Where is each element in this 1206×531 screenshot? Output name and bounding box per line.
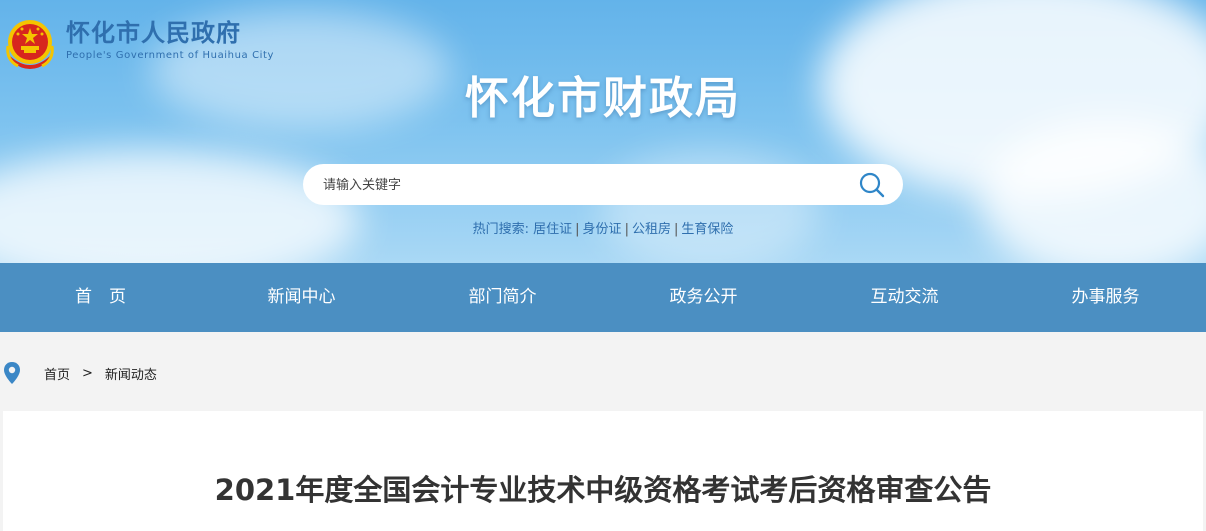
hot-search-link[interactable]: 身份证 — [583, 222, 622, 237]
location-pin-icon — [4, 362, 20, 384]
breadcrumb-home[interactable]: 首页 — [44, 364, 70, 383]
article-title: 2021年度全国会计专业技术中级资格考试考后资格审查公告 — [214, 473, 992, 507]
breadcrumb: 首页 > 新闻动态 — [0, 355, 157, 391]
cloud-decoration — [0, 150, 360, 263]
hot-search-label: 热门搜索: — [472, 222, 529, 237]
hot-search: 热门搜索: 居住证 | 身份证 | 公租房 | 生育保险 — [472, 222, 734, 237]
hot-search-link[interactable]: 公租房 — [632, 222, 671, 237]
nav-item-home[interactable]: 首 页 — [0, 263, 201, 332]
nav-item-services[interactable]: 办事服务 — [1005, 263, 1206, 332]
breadcrumb-current[interactable]: 新闻动态 — [105, 364, 157, 383]
nav-item-news[interactable]: 新闻中心 — [201, 263, 402, 332]
nav-item-interaction[interactable]: 互动交流 — [804, 263, 1005, 332]
logo-chinese-name: 怀化市人民政府 — [66, 19, 241, 47]
breadcrumb-separator: > — [82, 365, 93, 381]
main-nav: 首 页 新闻中心 部门简介 政务公开 互动交流 办事服务 — [0, 263, 1206, 332]
article-panel: 2021年度全国会计专业技术中级资格考试考后资格审查公告 — [3, 411, 1203, 531]
nav-item-department[interactable]: 部门简介 — [402, 263, 603, 332]
nav-item-government-affairs[interactable]: 政务公开 — [603, 263, 804, 332]
search-input[interactable] — [321, 164, 845, 207]
hot-search-link[interactable]: 居住证 — [533, 222, 572, 237]
logo-english-name: People's Government of Huaihua City — [66, 50, 275, 61]
site-header: 怀化市人民政府 People's Government of Huaihua C… — [0, 0, 1206, 263]
hot-search-link[interactable]: 生育保险 — [681, 222, 733, 237]
search-box — [303, 164, 903, 207]
search-icon[interactable] — [859, 172, 885, 198]
site-title: 怀化市财政局 — [465, 73, 741, 124]
